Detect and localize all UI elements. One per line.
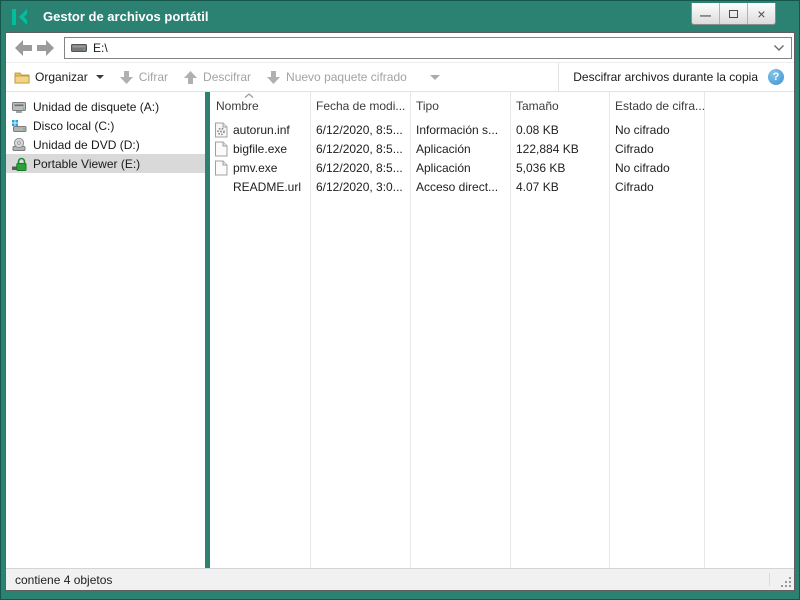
floppy-drive-icon	[11, 99, 27, 115]
file-name: README.url	[233, 180, 301, 194]
file-size: 0.08 KB	[510, 123, 609, 137]
main-area: Unidad de disquete (A:) Disco local (C:)	[6, 92, 794, 568]
file-row-bigfile[interactable]: bigfile.exe 6/12/2020, 8:5... Aplicación…	[210, 139, 794, 158]
file-name: autorun.inf	[233, 123, 290, 137]
column-divider	[510, 92, 511, 568]
file-row-readme[interactable]: README.url 6/12/2020, 3:0... Acceso dire…	[210, 177, 794, 196]
file-modified: 6/12/2020, 8:5...	[310, 142, 410, 156]
file-type: Acceso direct...	[410, 180, 510, 194]
decrypt-button[interactable]: Descifrar	[183, 70, 251, 85]
sort-ascending-icon	[244, 93, 254, 98]
drive-sidebar: Unidad de disquete (A:) Disco local (C:)	[6, 92, 205, 568]
kaspersky-logo-icon	[11, 8, 31, 26]
hard-drive-icon	[11, 118, 27, 134]
encrypt-button[interactable]: Cifrar	[119, 70, 168, 85]
sidebar-item-label: Unidad de disquete (A:)	[33, 100, 159, 114]
status-text: contiene 4 objetos	[15, 573, 112, 587]
status-bar-divider	[769, 573, 770, 586]
column-header-size[interactable]: Tamaño	[510, 99, 609, 113]
address-text: E:\	[93, 41, 767, 55]
back-button[interactable]	[12, 38, 34, 58]
file-size: 122,884 KB	[510, 142, 609, 156]
dvd-drive-icon	[11, 137, 27, 153]
locked-drive-icon	[11, 156, 27, 172]
forward-button[interactable]	[34, 38, 56, 58]
file-name: bigfile.exe	[233, 142, 287, 156]
file-encryption-status: Cifrado	[609, 180, 704, 194]
help-icon[interactable]: ?	[768, 69, 784, 85]
decrypt-on-copy-label: Descifrar archivos durante la copia	[573, 70, 758, 84]
window-controls: — ×	[691, 3, 776, 25]
column-header-type[interactable]: Tipo	[410, 99, 510, 113]
generic-file-icon	[214, 141, 228, 157]
file-name: pmv.exe	[233, 161, 277, 175]
minimize-button[interactable]: —	[692, 3, 719, 24]
file-list: Nombre Fecha de modi... Tipo Tamaño Esta…	[210, 92, 794, 568]
portable-file-manager-window: Gestor de archivos portátil — ×	[0, 0, 800, 600]
status-bar: contiene 4 objetos	[6, 568, 794, 590]
folder-icon	[14, 70, 30, 84]
back-arrow-icon	[14, 39, 33, 57]
chevron-down-icon[interactable]	[773, 44, 785, 52]
sidebar-item-floppy-a[interactable]: Unidad de disquete (A:)	[6, 97, 205, 116]
package-dropdown-icon	[430, 75, 440, 80]
sidebar-item-dvd-d[interactable]: Unidad de DVD (D:)	[6, 135, 205, 154]
titlebar: Gestor de archivos portátil — ×	[1, 1, 799, 32]
column-divider	[609, 92, 610, 568]
window-title: Gestor de archivos portátil	[43, 9, 208, 24]
column-divider	[704, 92, 705, 568]
decrypt-arrow-up-icon	[183, 70, 198, 85]
file-size: 4.07 KB	[510, 180, 609, 194]
organize-label: Organizar	[35, 70, 88, 84]
address-bar[interactable]: E:\	[64, 37, 792, 59]
sidebar-item-portable-viewer-e[interactable]: Portable Viewer (E:)	[6, 154, 205, 173]
sidebar-item-label: Disco local (C:)	[33, 119, 114, 133]
maximize-icon	[729, 10, 738, 18]
toolbar: Organizar Cifrar Descifrar Nuevo paque	[6, 62, 794, 92]
encrypt-label: Cifrar	[139, 70, 168, 84]
file-size: 5,036 KB	[510, 161, 609, 175]
file-modified: 6/12/2020, 8:5...	[310, 161, 410, 175]
forward-arrow-icon	[36, 39, 55, 57]
file-modified: 6/12/2020, 8:5...	[310, 123, 410, 137]
sidebar-item-local-disk-c[interactable]: Disco local (C:)	[6, 116, 205, 135]
file-list-header: Nombre Fecha de modi... Tipo Tamaño Esta…	[210, 92, 794, 120]
file-type: Información s...	[410, 123, 510, 137]
file-encryption-status: No cifrado	[609, 161, 704, 175]
package-arrow-down-icon	[266, 70, 281, 85]
new-encrypted-package-label: Nuevo paquete cifrado	[286, 70, 407, 84]
file-type: Aplicación	[410, 161, 510, 175]
close-button[interactable]: ×	[747, 3, 775, 24]
generic-file-icon	[214, 160, 228, 176]
settings-file-icon	[214, 122, 228, 138]
encrypt-arrow-down-icon	[119, 70, 134, 85]
file-row-autorun[interactable]: autorun.inf 6/12/2020, 8:5... Informació…	[210, 120, 794, 139]
organize-button[interactable]: Organizar	[14, 70, 104, 84]
file-modified: 6/12/2020, 3:0...	[310, 180, 410, 194]
decrypt-label: Descifrar	[203, 70, 251, 84]
organize-dropdown-icon	[96, 75, 104, 79]
resize-grip-icon[interactable]	[779, 575, 791, 587]
column-divider	[410, 92, 411, 568]
minimize-icon: —	[700, 11, 711, 22]
navigation-bar: E:\	[6, 33, 794, 62]
maximize-button[interactable]	[719, 3, 747, 24]
column-header-name[interactable]: Nombre	[210, 99, 310, 113]
close-icon: ×	[757, 7, 765, 21]
file-row-pmv[interactable]: pmv.exe 6/12/2020, 8:5... Aplicación 5,0…	[210, 158, 794, 177]
file-encryption-status: No cifrado	[609, 123, 704, 137]
new-encrypted-package-button[interactable]: Nuevo paquete cifrado	[266, 70, 440, 85]
column-divider	[310, 92, 311, 568]
column-header-modified[interactable]: Fecha de modi...	[310, 99, 410, 113]
sidebar-item-label: Portable Viewer (E:)	[33, 157, 140, 171]
window-content: E:\ Organizar Cifrar	[5, 32, 795, 591]
file-type: Aplicación	[410, 142, 510, 156]
decrypt-on-copy-section: Descifrar archivos durante la copia ?	[558, 63, 794, 91]
column-header-encryption[interactable]: Estado de cifra...	[609, 99, 704, 113]
file-encryption-status: Cifrado	[609, 142, 704, 156]
sidebar-item-label: Unidad de DVD (D:)	[33, 138, 140, 152]
drive-icon	[71, 41, 87, 54]
